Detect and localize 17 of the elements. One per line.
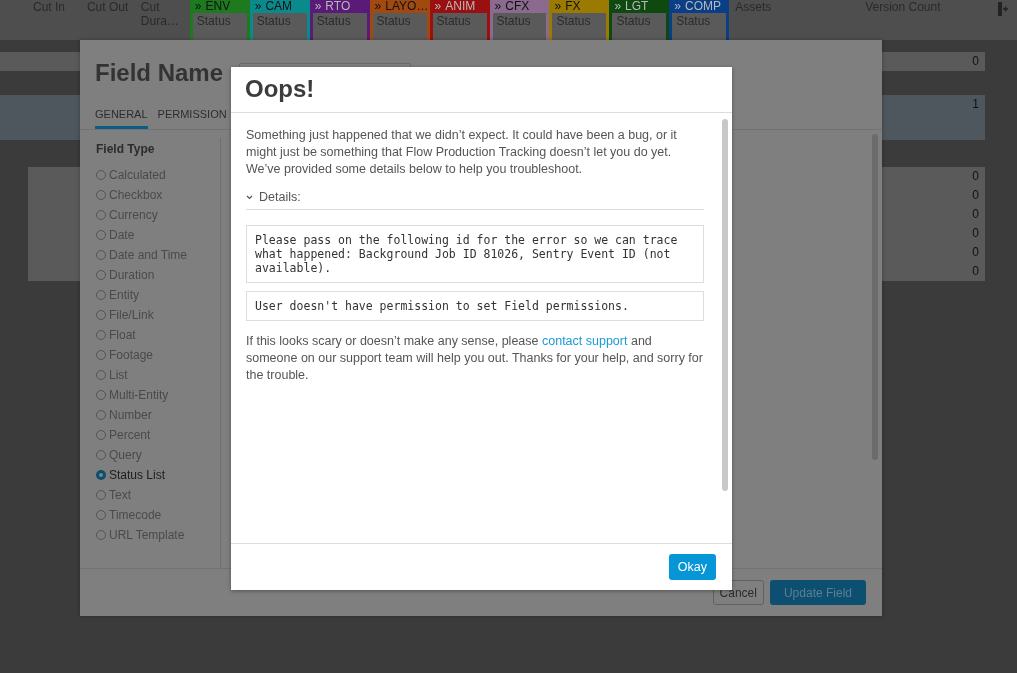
update-field-button[interactable]: Update Field: [769, 580, 866, 605]
scrollbar[interactable]: [722, 119, 728, 491]
section-title: Field Type: [96, 142, 156, 156]
error-message: User doesn't have permission to set Field permissions.: [246, 291, 704, 321]
support-text: If this looks scary or doesn’t make any sense, please contact support and someone on our support team will help you out. Thanks for your help, and sorry for the trouble.: [246, 333, 704, 384]
tab[interactable]: GENERAL: [95, 108, 148, 129]
contact-support-link[interactable]: contact support: [542, 334, 628, 348]
add-column-icon[interactable]: [998, 2, 1008, 16]
tab[interactable]: PERMISSION: [157, 108, 227, 129]
okay-button[interactable]: Okay: [668, 554, 716, 580]
error-message: Please pass on the following id for the error so we can trace what happened: Background Job ID 81026, Sentry Event ID (not available).: [246, 225, 704, 283]
dialog-title: Oops!: [231, 67, 732, 113]
radio-label[interactable]: Status List: [109, 468, 166, 482]
intro-text: Something just happened that we didn’t expect. It could have been a bug, or it might just be something that Flow Production Tracking doesn’t let you do yet. We’ve provided some details below to help you troubleshoot.: [246, 127, 678, 178]
dialog-title: Field Name: [95, 59, 224, 87]
details-toggle[interactable]: Details:: [246, 190, 301, 209]
radio-button[interactable]: [96, 470, 106, 480]
